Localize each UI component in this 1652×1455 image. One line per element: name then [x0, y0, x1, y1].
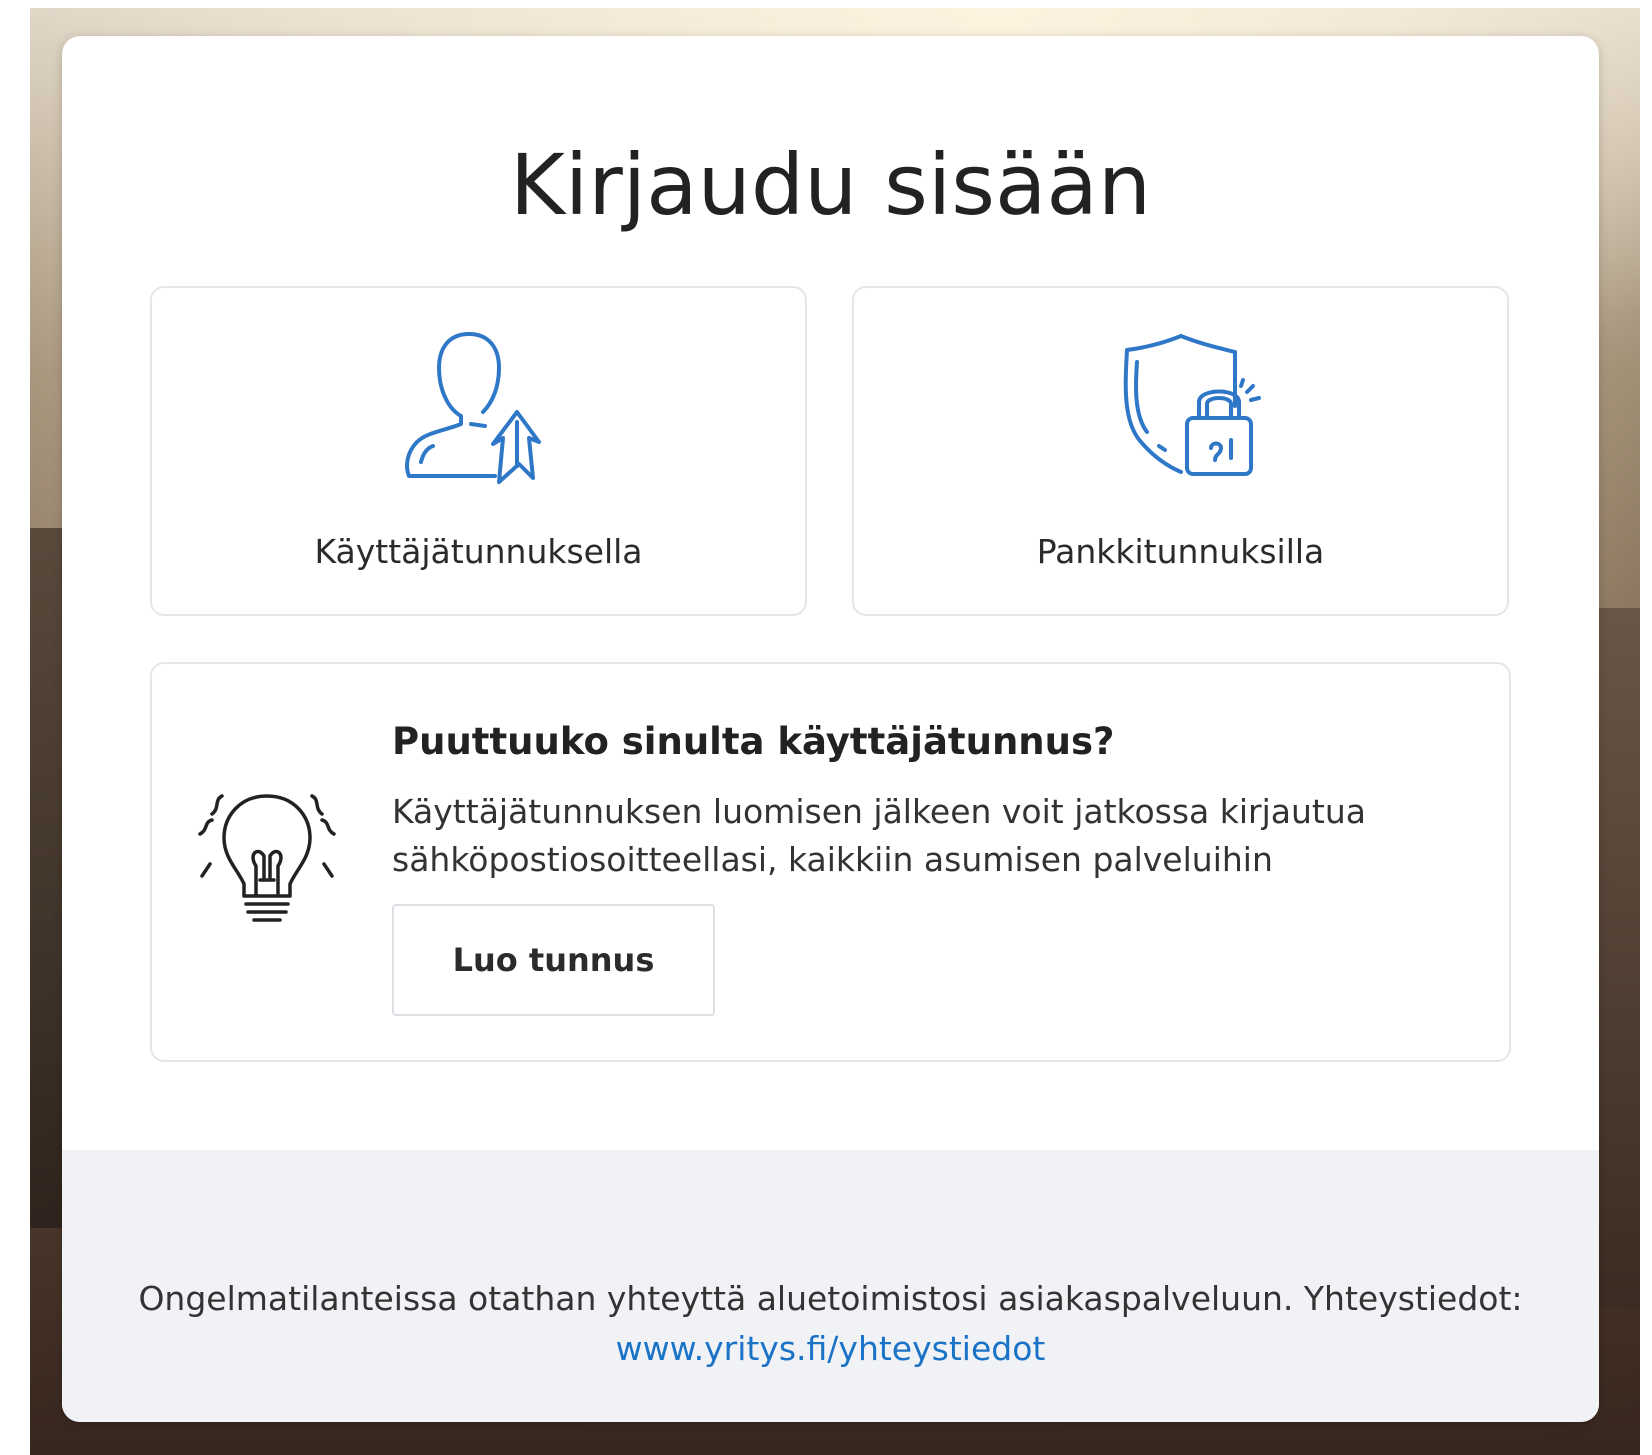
footer-help-text: Ongelmatilanteissa otathan yhteyttä alue… [138, 1279, 1523, 1318]
login-username-label: Käyttäjätunnuksella [314, 532, 643, 571]
create-account-heading: Puuttuuko sinulta käyttäjätunnus? [392, 720, 1115, 763]
login-bank-option[interactable]: Pankkitunnuksilla [852, 286, 1509, 616]
footer: Ongelmatilanteissa otathan yhteyttä alue… [62, 1150, 1599, 1422]
login-card: Kirjaudu sisään Käyttäjätunnuksella Pank… [62, 36, 1599, 1422]
footer-text-block: Ongelmatilanteissa otathan yhteyttä alue… [62, 1274, 1599, 1374]
create-account-description: Käyttäjätunnuksen luomisen jälkeen voit … [392, 792, 1366, 879]
contact-link[interactable]: www.yritys.fi/yhteystiedot [616, 1329, 1046, 1368]
create-account-panel: Puuttuuko sinulta käyttäjätunnus? Käyttä… [150, 662, 1511, 1062]
login-bank-label: Pankkitunnuksilla [1036, 532, 1325, 571]
shield-lock-icon [1123, 334, 1261, 476]
login-username-option[interactable]: Käyttäjätunnuksella [150, 286, 807, 616]
create-account-button[interactable]: Luo tunnus [392, 904, 715, 1016]
page-title: Kirjaudu sisään [509, 136, 1152, 234]
lightbulb-icon [198, 794, 336, 922]
user-arrow-icon [404, 332, 541, 484]
